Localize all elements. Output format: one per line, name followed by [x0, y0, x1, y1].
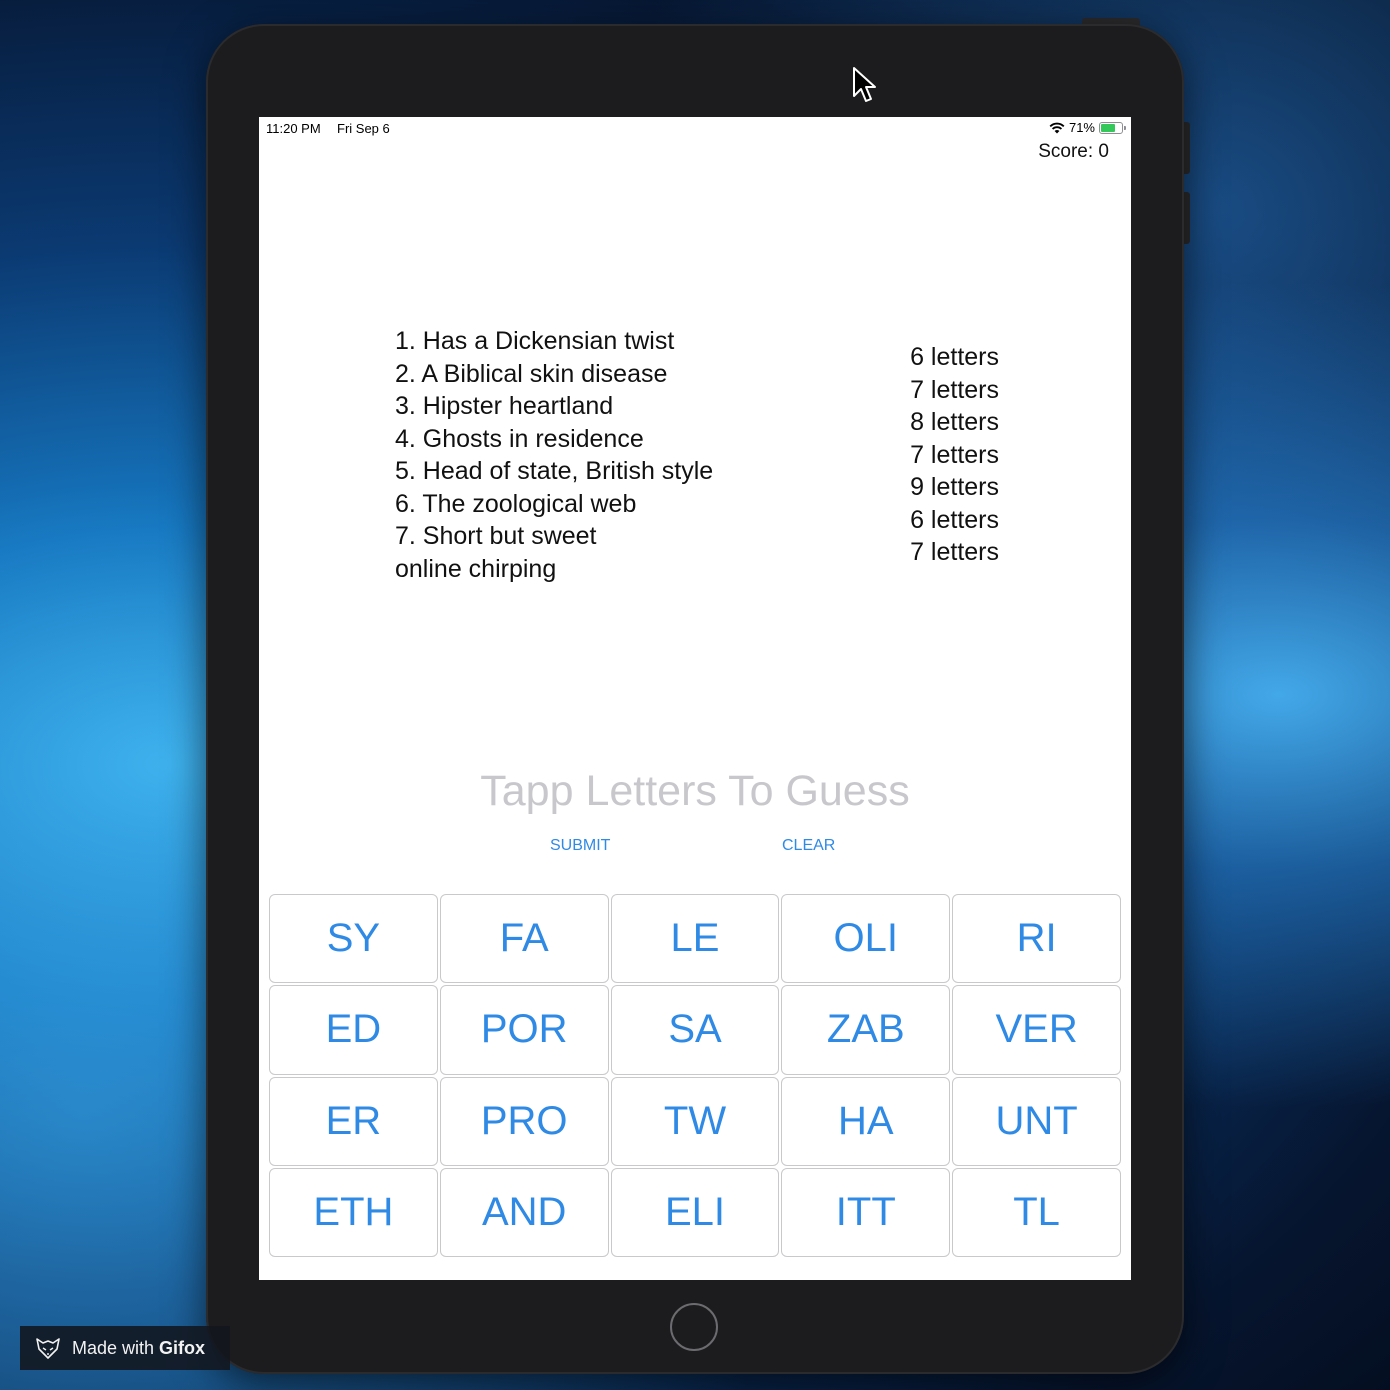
clue-list: 1. Has a Dickensian twist 2. A Biblical s… [395, 325, 815, 585]
battery-tip [1124, 125, 1126, 130]
status-right: 71% [1049, 120, 1126, 135]
clue-item: 7. Short but sweet [395, 522, 597, 550]
letter-tile[interactable]: TW [610, 1076, 780, 1166]
submit-button[interactable]: SUBMIT [550, 837, 610, 855]
letter-tile[interactable]: TL [952, 1167, 1121, 1257]
letter-tile[interactable]: ZAB [781, 985, 951, 1075]
letter-tile[interactable]: OLI [781, 894, 951, 984]
letter-tile[interactable]: SY [269, 894, 438, 984]
gifox-watermark: Made with Gifox [20, 1326, 230, 1370]
status-date: Fri Sep 6 [337, 121, 390, 136]
mouse-pointer-icon [853, 67, 876, 102]
clue-item: 4. Ghosts in residence [395, 424, 644, 453]
letter-tile[interactable]: RI [952, 894, 1121, 984]
letter-tile[interactable]: ER [269, 1076, 438, 1166]
letter-tile[interactable]: ITT [781, 1167, 951, 1257]
clue-item: 3. Hipster heartland [395, 392, 614, 420]
letter-tile[interactable]: PRO [439, 1076, 609, 1166]
letter-tile-grid: SY FA LE OLI RI ED POR SA ZAB VER ER PRO TW HA UNT ETH A… [269, 894, 1121, 1257]
watermark-brand: Gifox [159, 1337, 206, 1358]
guess-field: Tapp Letters To Guess [480, 767, 910, 815]
clear-button[interactable]: CLEAR [782, 837, 835, 855]
letter-tile[interactable]: UNT [952, 1076, 1121, 1166]
letter-count: 7 letters [910, 440, 999, 469]
score-label: Score: 0 [1038, 141, 1109, 162]
watermark-text: Made with Gifox [72, 1338, 205, 1359]
letter-count: 7 letters [910, 538, 999, 566]
letter-count: 6 letters [910, 343, 999, 371]
home-button[interactable] [670, 1303, 718, 1351]
app-screen: 11:20 PM Fri Sep 6 71% Score: 0 1. Has a… [259, 117, 1131, 1280]
letter-count: 7 letters [910, 375, 999, 404]
clue-item: 5. Head of state, British style [395, 457, 714, 485]
length-list: 6 letters 7 letters 8 letters 7 letters 9 le… [879, 341, 999, 569]
letter-count: 9 letters [910, 473, 999, 501]
battery-percent: 71% [1068, 120, 1095, 135]
clue-item: online chirping [395, 554, 557, 583]
letter-tile[interactable]: LE [610, 894, 780, 984]
clue-item: 2. A Biblical skin disease [395, 359, 668, 388]
fox-logo-icon [36, 1338, 60, 1359]
letter-tile[interactable]: ETH [269, 1167, 438, 1257]
letter-count: 8 letters [910, 408, 999, 436]
letter-tile[interactable]: ED [269, 985, 438, 1075]
letter-tile[interactable]: POR [439, 985, 609, 1075]
letter-tile[interactable]: HA [781, 1076, 951, 1166]
status-time: 11:20 PM [266, 121, 321, 136]
wifi-icon [1049, 122, 1065, 133]
letter-tile[interactable]: ELI [610, 1167, 780, 1257]
letter-tile[interactable]: AND [439, 1167, 609, 1257]
battery-charging-icon [1099, 121, 1126, 134]
clue-item: 1. Has a Dickensian twist [395, 327, 675, 355]
letter-tile[interactable]: SA [610, 985, 780, 1075]
letter-tile[interactable]: VER [952, 985, 1121, 1075]
status-bar: 11:20 PM Fri Sep 6 71% [259, 117, 1131, 139]
letter-tile[interactable]: FA [439, 894, 609, 984]
letter-count: 6 letters [910, 505, 999, 534]
watermark-prefix: Made with [72, 1337, 160, 1358]
clue-item: 6. The zoological web [395, 489, 637, 518]
battery-fill [1101, 123, 1116, 132]
